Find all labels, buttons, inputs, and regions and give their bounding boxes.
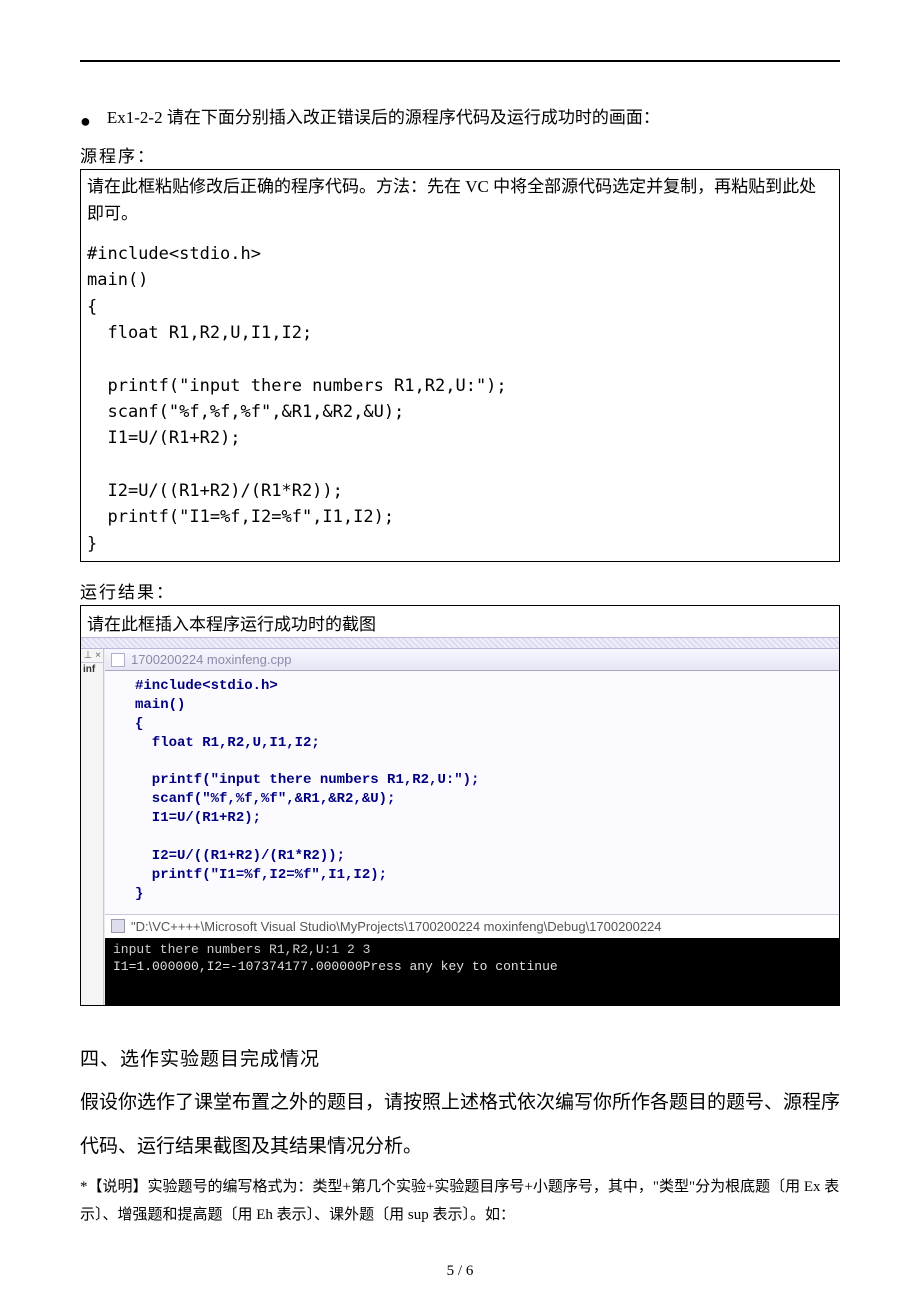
ide-screenshot: ⊥ × inf 1700200224 moxinfeng.cpp #includ… (81, 649, 839, 1005)
bullet-icon: ● (80, 104, 91, 138)
section-4-paragraph: 假设你选作了课堂布置之外的题目，请按照上述格式依次编写你所作各题目的题号、源程序… (80, 1081, 840, 1168)
exercise-heading: ● Ex1-2-2 请在下面分别插入改正错误后的源程序代码及运行成功时的画面： (80, 102, 840, 136)
ide-tabbar: 1700200224 moxinfeng.cpp (105, 649, 839, 671)
source-code-box: 请在此框粘贴修改后正确的程序代码。方法：先在 VC 中将全部源代码选定并复制，再… (80, 169, 840, 562)
console-output: input there numbers R1,R2,U:1 2 3 I1=1.0… (105, 938, 839, 1006)
source-label: 源程序： (80, 142, 840, 167)
console-line-1: input there numbers R1,R2,U:1 2 3 (113, 942, 370, 957)
run-caption: 请在此框插入本程序运行成功时的截图 (81, 606, 839, 637)
ide-gutter: ⊥ × inf (81, 649, 104, 1005)
source-code: #include<stdio.h> main() { float R1,R2,U… (87, 241, 833, 557)
section-4-note: *【说明】实验题号的编写格式为：类型+第几个实验+实验题目序号+小题序号，其中，… (80, 1173, 840, 1230)
ide-code: #include<stdio.h> main() { float R1,R2,U… (135, 678, 479, 902)
console-titlebar: "D:\VC++++\Microsoft Visual Studio\MyPro… (105, 914, 839, 938)
console-title-text: "D:\VC++++\Microsoft Visual Studio\MyPro… (131, 919, 662, 934)
exercise-heading-text: Ex1-2-2 请在下面分别插入改正错误后的源程序代码及运行成功时的画面： (107, 102, 660, 134)
page-number: 5 / 6 (0, 1263, 920, 1280)
gutter-close-icon: ⊥ × (81, 649, 103, 663)
top-rule (80, 60, 840, 62)
run-result-box: 请在此框插入本程序运行成功时的截图 ⊥ × inf 1700200224 mox… (80, 605, 840, 1006)
console-line-2: I1=1.000000,I2=-107374177.000000Press an… (113, 959, 558, 974)
file-icon (111, 653, 125, 667)
run-result-label: 运行结果： (80, 578, 840, 603)
console-icon (111, 919, 125, 933)
ide-body: 1700200224 moxinfeng.cpp #include<stdio.… (104, 649, 839, 1005)
ide-tab-name: 1700200224 moxinfeng.cpp (131, 652, 291, 667)
ide-top-hatch (81, 637, 839, 649)
section-4-heading: 四、选作实验题目完成情况 (80, 1044, 840, 1071)
page: ● Ex1-2-2 请在下面分别插入改正错误后的源程序代码及运行成功时的画面： … (0, 0, 920, 1302)
source-instruction: 请在此框粘贴修改后正确的程序代码。方法：先在 VC 中将全部源代码选定并复制，再… (87, 174, 833, 227)
gutter-inf: inf (81, 663, 103, 676)
ide-code-area: #include<stdio.h> main() { float R1,R2,U… (105, 671, 839, 914)
